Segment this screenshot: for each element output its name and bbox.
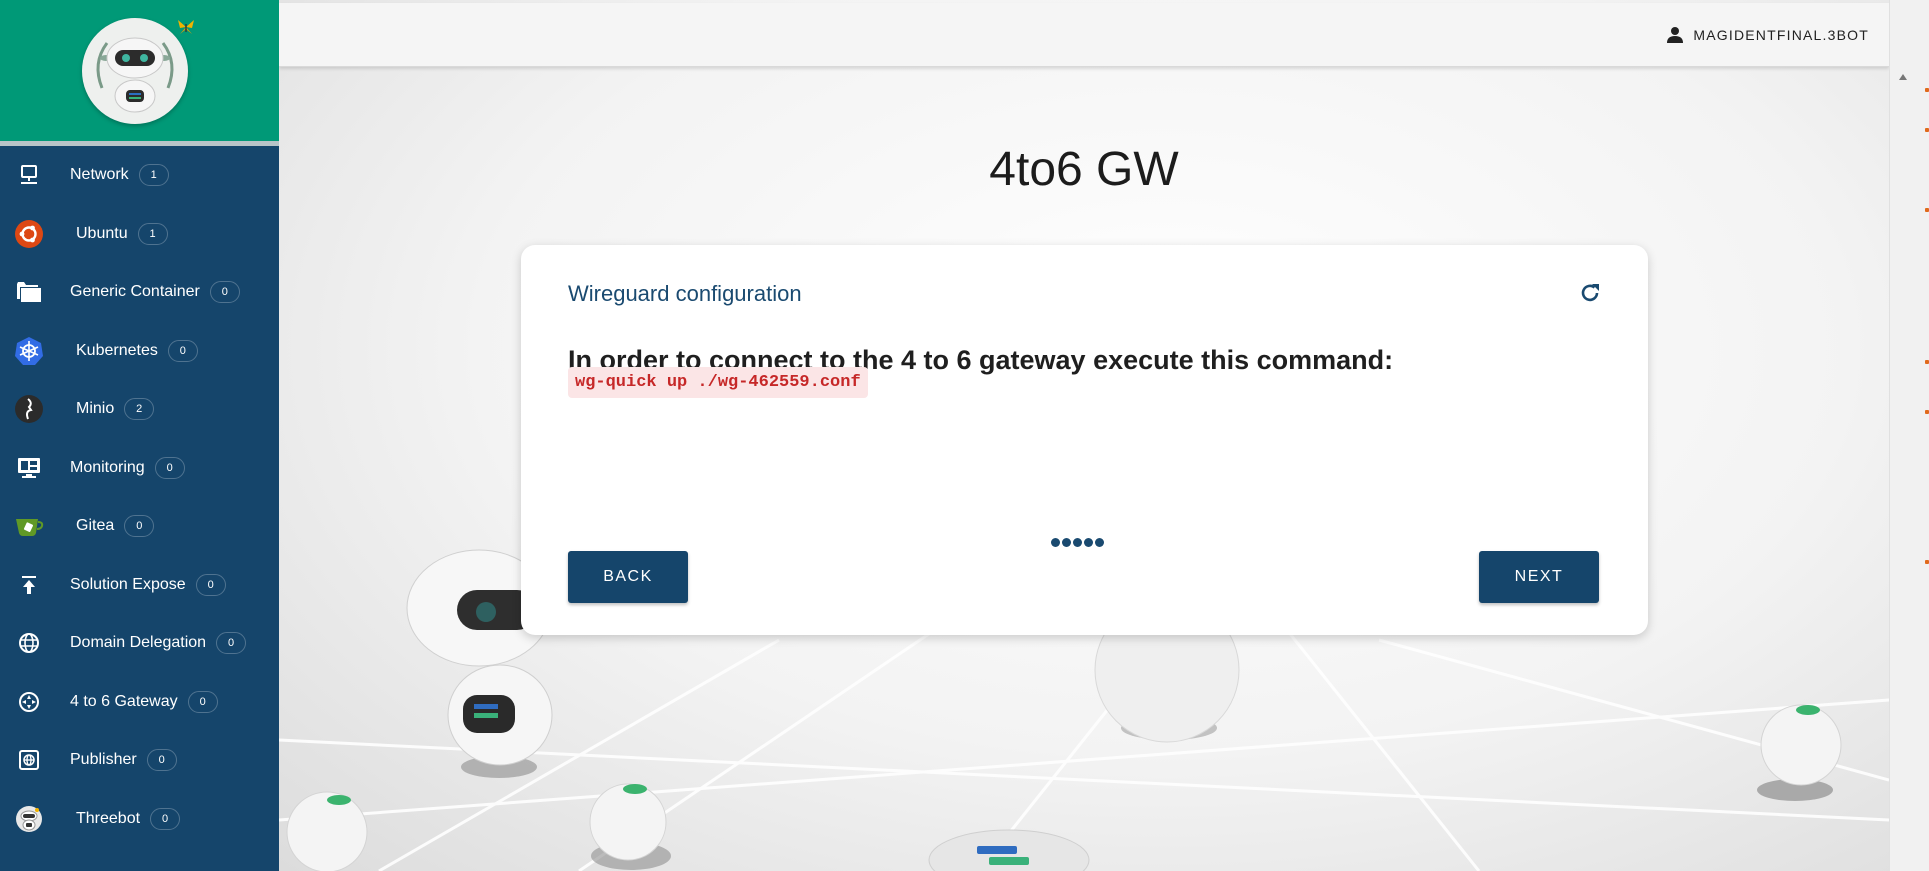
sidebar-item-label: Threebot xyxy=(76,809,141,827)
butterfly-icon xyxy=(176,18,196,41)
sidebar-item-label: Solution Expose xyxy=(70,575,186,593)
count-badge: 1 xyxy=(137,222,168,245)
step-dot xyxy=(1095,538,1104,547)
top-bar: MAGIDENTFINAL.3BOT xyxy=(279,3,1889,67)
refresh-icon[interactable] xyxy=(1578,281,1602,310)
sidebar-item-label: Generic Container xyxy=(70,283,200,301)
count-badge: 0 xyxy=(150,807,181,830)
count-badge: 0 xyxy=(195,573,226,596)
sidebar-item-monitoring[interactable]: Monitoring 0 xyxy=(0,439,279,498)
count-badge: 0 xyxy=(167,339,198,362)
sidebar-item-ubuntu[interactable]: Ubuntu 1 xyxy=(0,205,279,264)
page-title: 4to6 GW xyxy=(989,143,1179,196)
sidebar-item-label: Publisher xyxy=(70,751,137,769)
card-title: Wireguard configuration xyxy=(568,281,802,306)
count-badge: 0 xyxy=(154,456,185,479)
sidebar-item-label: 4 to 6 Gateway xyxy=(70,692,178,710)
sidebar-item-solution-expose[interactable]: Solution Expose 0 xyxy=(0,556,279,615)
globe-icon xyxy=(14,628,44,658)
minio-icon xyxy=(14,394,44,424)
page-scrollbar[interactable] xyxy=(1889,0,1929,871)
wizard-card: Wireguard configuration In order to conn… xyxy=(521,245,1648,635)
command-snippet: wg-quick up ./wg-462559.conf xyxy=(568,367,868,398)
sidebar-item-label: Domain Delegation xyxy=(70,634,207,652)
sidebar-item-network[interactable]: Network 1 xyxy=(0,146,279,205)
back-button[interactable]: BACK xyxy=(568,551,688,603)
count-badge: 2 xyxy=(124,398,155,421)
gateway-icon xyxy=(14,687,44,717)
user-menu[interactable]: MAGIDENTFINAL.3BOT xyxy=(1665,3,1869,67)
sidebar-item-label: Network xyxy=(70,166,129,184)
count-badge: 1 xyxy=(138,164,169,187)
account-icon xyxy=(1667,27,1684,43)
sidebar-item-gitea[interactable]: Gitea 0 xyxy=(0,497,279,556)
main-content: MAGIDENTFINAL.3BOT 4to6 GW Wireguard con… xyxy=(279,0,1889,871)
sidebar-item-label: Kubernetes xyxy=(76,341,158,359)
count-badge: 0 xyxy=(124,515,155,538)
sidebar-item-threebot[interactable]: Threebot 0 xyxy=(0,790,279,849)
step-indicator xyxy=(1051,538,1104,547)
threebot-icon xyxy=(14,804,44,834)
logo-area xyxy=(0,0,279,146)
count-badge: 0 xyxy=(187,690,218,713)
step-dot xyxy=(1062,538,1071,547)
monitor-dashboard-icon xyxy=(14,453,44,483)
username: MAGIDENTFINAL.3BOT xyxy=(1693,27,1869,43)
step-dot xyxy=(1084,538,1093,547)
sidebar-item-label: Monitoring xyxy=(70,458,145,476)
scroll-markers xyxy=(1925,80,1929,580)
sidebar-item-label: Ubuntu xyxy=(76,224,128,242)
sidebar-item-label: Minio xyxy=(76,400,115,418)
monitor-network-icon xyxy=(14,160,44,190)
threebot-logo[interactable] xyxy=(82,18,188,124)
sidebar-nav: Network 1 Ubuntu 1 Generic Container 0 K… xyxy=(0,146,279,848)
web-icon xyxy=(14,745,44,775)
next-button[interactable]: NEXT xyxy=(1479,551,1599,603)
count-badge: 0 xyxy=(216,632,247,655)
scroll-up-arrow[interactable] xyxy=(1898,68,1908,86)
kubernetes-icon xyxy=(14,336,44,366)
ubuntu-icon xyxy=(14,219,44,249)
count-badge: 0 xyxy=(146,749,177,772)
sidebar-item-4-to-6-gateway[interactable]: 4 to 6 Gateway 0 xyxy=(0,673,279,732)
sidebar: Network 1 Ubuntu 1 Generic Container 0 K… xyxy=(0,0,279,871)
sidebar-item-domain-delegation[interactable]: Domain Delegation 0 xyxy=(0,614,279,673)
count-badge: 0 xyxy=(209,281,240,304)
sidebar-item-label: Gitea xyxy=(76,517,115,535)
sidebar-item-minio[interactable]: Minio 2 xyxy=(0,380,279,439)
sidebar-item-kubernetes[interactable]: Kubernetes 0 xyxy=(0,322,279,381)
step-dot xyxy=(1051,538,1060,547)
sidebar-item-publisher[interactable]: Publisher 0 xyxy=(0,731,279,790)
folder-icon xyxy=(14,277,44,307)
step-dot xyxy=(1073,538,1082,547)
gitea-icon xyxy=(14,511,44,541)
upload-icon xyxy=(14,570,44,600)
sidebar-item-generic-container[interactable]: Generic Container 0 xyxy=(0,263,279,322)
